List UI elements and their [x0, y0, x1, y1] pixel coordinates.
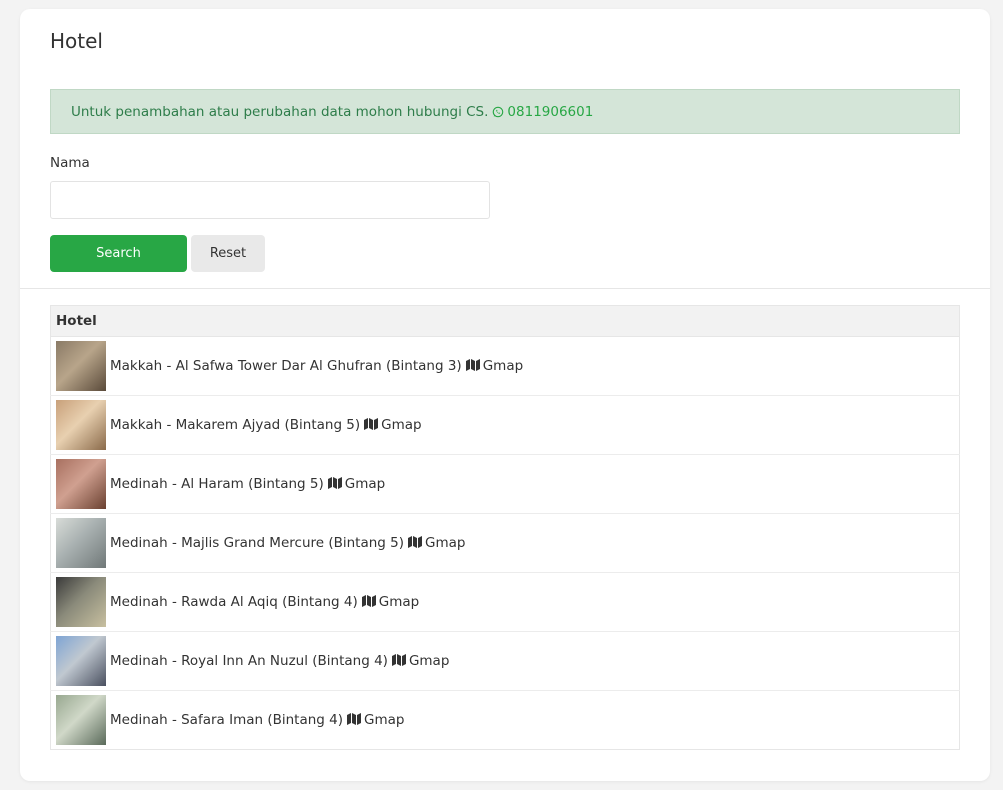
gmap-link[interactable]: Gmap: [462, 358, 523, 374]
hotel-thumbnail: [56, 459, 106, 509]
hotel-thumbnail: [56, 577, 106, 627]
gmap-link[interactable]: Gmap: [404, 535, 466, 551]
gmap-label: Gmap: [378, 594, 420, 610]
gmap-label: Gmap: [381, 417, 422, 433]
gmap-label: Gmap: [425, 535, 466, 551]
hotel-thumbnail: [56, 400, 106, 450]
hotel-cell-content: Makkah - Makarem Ajyad (Bintang 5) Gmap: [56, 400, 954, 450]
hotel-name: Medinah - Rawda Al Aqiq (Bintang 4): [110, 594, 358, 610]
search-button[interactable]: Search: [50, 235, 187, 272]
reset-button[interactable]: Reset: [191, 235, 265, 272]
hotel-cell: Medinah - Majlis Grand Mercure (Bintang …: [50, 513, 960, 573]
hotel-name: Medinah - Safara Iman (Bintang 4): [110, 712, 344, 728]
hotel-cell-content: Medinah - Safara Iman (Bintang 4) Gmap: [56, 695, 954, 745]
gmap-link[interactable]: Gmap: [360, 417, 422, 433]
gmap-label: Gmap: [482, 358, 524, 374]
divider: [20, 288, 990, 289]
hotel-cell: Medinah - Rawda Al Aqiq (Bintang 4) Gmap: [50, 572, 960, 632]
hotel-cell-content: Medinah - Majlis Grand Mercure (Bintang …: [56, 518, 954, 568]
table-row: Makkah - Makarem Ajyad (Bintang 5) Gmap: [50, 395, 960, 455]
gmap-link[interactable]: Gmap: [343, 712, 405, 728]
hotel-thumbnail: [56, 341, 106, 391]
table-row: Medinah - Royal Inn An Nuzul (Bintang 4)…: [50, 631, 960, 691]
phone-number: 0811906601: [507, 103, 594, 120]
map-icon: [347, 713, 362, 725]
whatsapp-link[interactable]: 0811906601: [492, 104, 593, 120]
map-icon: [408, 536, 423, 548]
hotel-name: Makkah - Makarem Ajyad (Bintang 5): [110, 417, 361, 433]
hotel-thumbnail: [56, 636, 106, 686]
gmap-link[interactable]: Gmap: [358, 594, 419, 610]
hotel-cell: Makkah - Makarem Ajyad (Bintang 5) Gmap: [50, 395, 960, 455]
table-row: Medinah - Majlis Grand Mercure (Bintang …: [50, 513, 960, 573]
page-title: Hotel: [50, 29, 103, 53]
hotel-name: Makkah - Al Safwa Tower Dar Al Ghufran (…: [110, 358, 462, 374]
hotel-name: Medinah - Majlis Grand Mercure (Bintang …: [110, 535, 405, 551]
name-label: Nama: [50, 155, 90, 171]
hotel-cell: Medinah - Al Haram (Bintang 5) Gmap: [50, 454, 960, 514]
name-input[interactable]: [50, 181, 490, 219]
hotel-cell-content: Medinah - Al Haram (Bintang 5) Gmap: [56, 459, 954, 509]
table-header: Hotel: [50, 305, 960, 337]
map-icon: [327, 477, 342, 489]
hotel-cell: Makkah - Al Safwa Tower Dar Al Ghufran (…: [50, 336, 960, 396]
map-icon: [465, 359, 480, 371]
main-card: Hotel Untuk penambahan atau perubahan da…: [20, 9, 990, 781]
map-icon: [391, 654, 406, 666]
hotel-cell: Medinah - Safara Iman (Bintang 4) Gmap: [50, 690, 960, 750]
map-icon: [364, 418, 379, 430]
info-alert: Untuk penambahan atau perubahan data moh…: [50, 89, 960, 134]
table-row: Medinah - Rawda Al Aqiq (Bintang 4) Gmap: [50, 572, 960, 632]
hotel-table: Hotel Makkah - Al Safwa Tower Dar Al Ghu…: [50, 305, 960, 750]
hotel-cell-content: Medinah - Royal Inn An Nuzul (Bintang 4)…: [56, 636, 954, 686]
gmap-link[interactable]: Gmap: [324, 476, 385, 492]
hotel-thumbnail: [56, 518, 106, 568]
hotel-thumbnail: [56, 695, 106, 745]
gmap-label: Gmap: [408, 653, 450, 669]
alert-text: Untuk penambahan atau perubahan data moh…: [71, 103, 489, 120]
hotel-name: Medinah - Royal Inn An Nuzul (Bintang 4): [110, 653, 388, 669]
gmap-label: Gmap: [344, 476, 386, 492]
table-row: Medinah - Al Haram (Bintang 5) Gmap: [50, 454, 960, 514]
map-icon: [361, 595, 376, 607]
table-row: Makkah - Al Safwa Tower Dar Al Ghufran (…: [50, 336, 960, 396]
gmap-link[interactable]: Gmap: [388, 653, 449, 669]
hotel-cell-content: Makkah - Al Safwa Tower Dar Al Ghufran (…: [56, 341, 954, 391]
hotel-cell-content: Medinah - Rawda Al Aqiq (Bintang 4) Gmap: [56, 577, 954, 627]
gmap-label: Gmap: [364, 712, 405, 728]
hotel-name: Medinah - Al Haram (Bintang 5): [110, 476, 324, 492]
whatsapp-icon: [493, 106, 504, 117]
table-row: Medinah - Safara Iman (Bintang 4) Gmap: [50, 690, 960, 750]
hotel-cell: Medinah - Royal Inn An Nuzul (Bintang 4)…: [50, 631, 960, 691]
